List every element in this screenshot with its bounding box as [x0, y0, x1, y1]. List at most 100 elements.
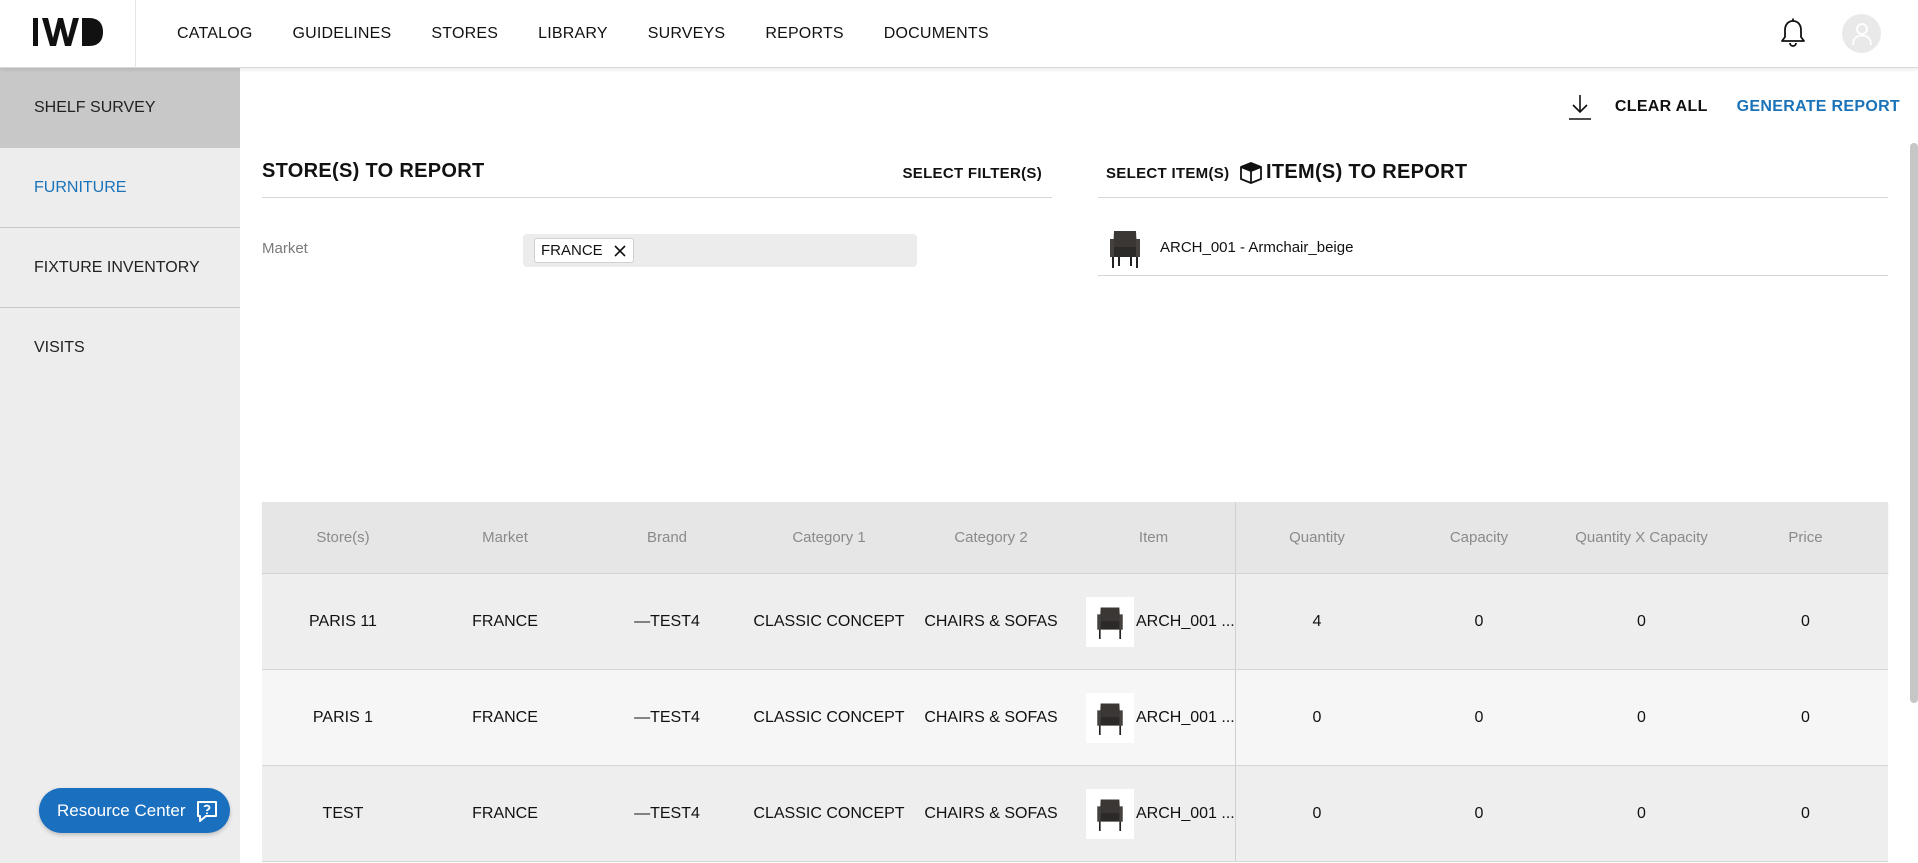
col-header-stores[interactable]: Store(s) [262, 502, 424, 573]
resource-center-label: Resource Center [57, 800, 186, 820]
sidebar-item-shelf-survey[interactable]: SHELF SURVEY [0, 68, 240, 148]
col-header-price[interactable]: Price [1723, 502, 1888, 573]
bell-icon[interactable] [1779, 18, 1807, 48]
cell-item: ARCH_001 ... [1072, 670, 1236, 765]
cell-quantity-x-capacity: 0 [1637, 612, 1646, 630]
market-chip: FRANCE [534, 238, 634, 263]
market-chip-label: FRANCE [541, 242, 603, 259]
cell-price: 0 [1801, 708, 1810, 726]
cell-market: FRANCE [472, 708, 538, 726]
nav-reports[interactable]: REPORTS [765, 25, 843, 43]
cell-category-1: CLASSIC CONCEPT [753, 708, 905, 726]
market-label: Market [262, 240, 308, 257]
armchair-thumbnail [1105, 224, 1145, 271]
nav-stores[interactable]: STORES [431, 25, 498, 43]
cell-item: ARCH_001 ... [1072, 766, 1236, 861]
sidebar-item-label: SHELF SURVEY [34, 98, 156, 116]
col-header-item[interactable]: Item [1072, 502, 1236, 573]
select-filters-button[interactable]: SELECT FILTER(S) [902, 165, 1042, 182]
sidebar: SHELF SURVEY FURNITURE FIXTURE INVENTORY… [0, 68, 240, 863]
cell-item-label: ARCH_001 ... [1136, 612, 1235, 630]
cell-capacity: 0 [1474, 708, 1484, 726]
cell-quantity-x-capacity: 0 [1637, 804, 1646, 822]
cell-category-1: CLASSIC CONCEPT [753, 804, 905, 822]
items-panel: SELECT ITEM(S) ITEM(S) TO REPORT ARCH_00… [1098, 158, 1888, 276]
sidebar-item-fixture-inventory[interactable]: FIXTURE INVENTORY [0, 228, 240, 308]
cell-store: TEST [322, 804, 364, 822]
cell-category-2: CHAIRS & SOFAS [924, 708, 1058, 726]
col-header-quantity-x-capacity[interactable]: Quantity X Capacity [1560, 502, 1723, 573]
sidebar-item-label: FIXTURE INVENTORY [34, 258, 200, 276]
report-table: Store(s) Market Brand Category 1 Categor… [262, 502, 1888, 862]
col-header-quantity[interactable]: Quantity [1236, 502, 1398, 573]
vertical-scrollbar[interactable] [1910, 143, 1918, 703]
cell-brand: —TEST4 [634, 612, 700, 630]
close-icon[interactable] [613, 244, 627, 258]
col-header-capacity[interactable]: Capacity [1398, 502, 1560, 573]
table-row[interactable]: PARIS 11 FRANCE —TEST4 CLASSIC CONCEPT C… [262, 574, 1888, 670]
cell-capacity: 0 [1474, 804, 1484, 822]
cell-category-2: CHAIRS & SOFAS [924, 612, 1058, 630]
cell-store: PARIS 1 [312, 708, 374, 726]
selected-item-row[interactable]: ARCH_001 - Armchair_beige [1098, 220, 1888, 276]
cell-price: 0 [1801, 612, 1810, 630]
cell-quantity: 0 [1312, 708, 1322, 726]
main-nav: CATALOG GUIDELINES STORES LIBRARY SURVEY… [177, 0, 1029, 68]
top-navbar: CATALOG GUIDELINES STORES LIBRARY SURVEY… [0, 0, 1918, 68]
download-icon[interactable] [1567, 92, 1593, 122]
col-header-category-1[interactable]: Category 1 [748, 502, 910, 573]
cell-item-label: ARCH_001 ... [1136, 708, 1235, 726]
col-header-category-2[interactable]: Category 2 [910, 502, 1072, 573]
col-header-brand[interactable]: Brand [586, 502, 748, 573]
col-header-market[interactable]: Market [424, 502, 586, 573]
armchair-thumbnail [1086, 788, 1134, 839]
stores-panel-title: STORE(S) TO REPORT [262, 160, 485, 182]
help-chat-icon [197, 801, 217, 822]
cell-quantity: 0 [1312, 804, 1322, 822]
table-row[interactable]: PARIS 1 FRANCE —TEST4 CLASSIC CONCEPT CH… [262, 670, 1888, 766]
iwd-logo[interactable] [33, 14, 103, 50]
clear-all-button[interactable]: CLEAR ALL [1615, 98, 1708, 116]
user-avatar[interactable] [1842, 14, 1881, 53]
select-items-button[interactable]: SELECT ITEM(S) [1106, 165, 1229, 182]
cell-brand: —TEST4 [634, 804, 700, 822]
table-row[interactable]: TEST FRANCE —TEST4 CLASSIC CONCEPT CHAIR… [262, 766, 1888, 862]
main-content: CLEAR ALL GENERATE REPORT STORE(S) TO RE… [240, 68, 1918, 863]
generate-report-button[interactable]: GENERATE REPORT [1737, 98, 1900, 116]
report-actions: CLEAR ALL GENERATE REPORT [1567, 92, 1900, 122]
cell-category-2: CHAIRS & SOFAS [924, 804, 1058, 822]
stores-panel: STORE(S) TO REPORT SELECT FILTER(S) Mark… [262, 158, 1052, 267]
cell-item-label: ARCH_001 ... [1136, 804, 1235, 822]
sidebar-item-visits[interactable]: VISITS [0, 308, 240, 388]
items-panel-title: ITEM(S) TO REPORT [1266, 160, 1468, 183]
cell-quantity: 4 [1312, 612, 1322, 630]
cell-brand: —TEST4 [634, 708, 700, 726]
resource-center-button[interactable]: Resource Center [39, 788, 230, 833]
cell-price: 0 [1801, 804, 1810, 822]
cell-category-1: CLASSIC CONCEPT [753, 612, 905, 630]
market-filter-field[interactable]: FRANCE [523, 234, 917, 267]
armchair-thumbnail [1086, 692, 1134, 743]
cell-capacity: 0 [1474, 612, 1484, 630]
sidebar-item-label: FURNITURE [34, 178, 127, 196]
cell-quantity-x-capacity: 0 [1637, 708, 1646, 726]
cell-market: FRANCE [472, 804, 538, 822]
nav-catalog[interactable]: CATALOG [177, 25, 253, 43]
cell-market: FRANCE [472, 612, 538, 630]
sidebar-item-furniture[interactable]: FURNITURE [0, 148, 240, 228]
armchair-thumbnail [1086, 596, 1134, 647]
table-header: Store(s) Market Brand Category 1 Categor… [262, 502, 1888, 574]
user-icon [1851, 22, 1872, 45]
cell-item: ARCH_001 ... [1072, 574, 1236, 669]
nav-guidelines[interactable]: GUIDELINES [293, 25, 392, 43]
cell-store: PARIS 11 [309, 612, 377, 630]
selected-item-label: ARCH_001 - Armchair_beige [1160, 239, 1354, 256]
package-icon [1240, 162, 1262, 184]
nav-library[interactable]: LIBRARY [538, 25, 608, 43]
nav-surveys[interactable]: SURVEYS [648, 25, 726, 43]
items-panel-title-wrap: ITEM(S) TO REPORT [1238, 160, 1467, 184]
sidebar-item-label: VISITS [34, 339, 85, 356]
nav-documents[interactable]: DOCUMENTS [884, 25, 989, 43]
items-panel-header: SELECT ITEM(S) ITEM(S) TO REPORT [1098, 158, 1888, 198]
stores-panel-header: STORE(S) TO REPORT SELECT FILTER(S) [262, 158, 1052, 198]
